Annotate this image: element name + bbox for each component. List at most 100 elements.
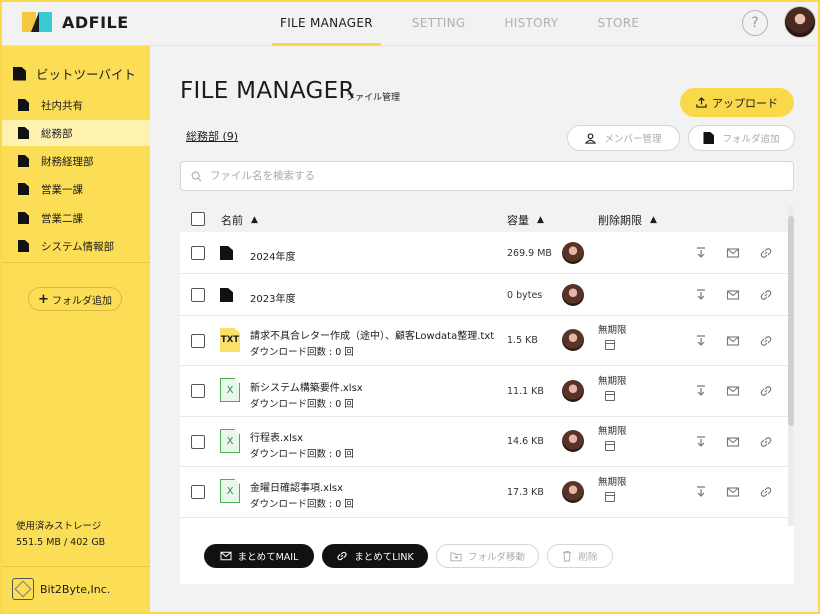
- add-folder-button[interactable]: フォルダ追加: [688, 125, 795, 151]
- move-folder-label: フォルダ移動: [467, 552, 525, 563]
- sidebar-divider: [2, 566, 150, 567]
- sidebar-item-label: 社内共有: [41, 99, 83, 112]
- search-box: [180, 161, 794, 191]
- owner-avatar: [562, 430, 584, 452]
- folder-move-icon: [450, 552, 462, 561]
- bulk-link-label: まとめてLINK: [354, 552, 414, 563]
- folder-icon: [220, 288, 233, 302]
- tab-history[interactable]: HISTORY: [496, 2, 566, 46]
- bulk-link-button[interactable]: まとめてLINK: [322, 544, 428, 568]
- calendar-icon[interactable]: [605, 391, 615, 401]
- storage-label: 使用済みストレージ: [16, 521, 102, 532]
- mail-icon[interactable]: [726, 485, 740, 499]
- link-icon[interactable]: [759, 246, 773, 260]
- sidebar-item-label: 営業一課: [41, 183, 83, 196]
- download-count: ダウンロード回数 : 0 回: [250, 399, 354, 410]
- sidebar-root-folder[interactable]: ビットツーバイト: [13, 64, 136, 83]
- table-row[interactable]: X 金曜日確認事項.xlsx ダウンロード回数 : 0 回 17.3 KB 無期…: [180, 467, 788, 518]
- user-icon: [585, 132, 597, 144]
- table-row[interactable]: X 行程表.xlsx ダウンロード回数 : 0 回 14.6 KB 無期限: [180, 417, 788, 467]
- table-row[interactable]: 2023年度 0 bytes: [180, 274, 788, 316]
- app-logo[interactable]: ADFILE: [22, 12, 129, 32]
- member-management-button[interactable]: メンバー管理: [567, 125, 680, 151]
- owner-avatar: [562, 284, 584, 306]
- sidebar-item-shanai[interactable]: 社内共有: [2, 92, 150, 118]
- column-expiry[interactable]: 削除期限 ▲: [598, 212, 657, 228]
- sidebar-item-soumu[interactable]: 総務部: [2, 120, 150, 146]
- row-checkbox[interactable]: [191, 246, 205, 260]
- upload-button[interactable]: アップロード: [680, 88, 794, 117]
- file-name[interactable]: 金曜日確認事項.xlsx: [250, 479, 343, 494]
- download-icon[interactable]: [694, 334, 708, 348]
- xlsx-file-icon: X: [220, 479, 240, 503]
- link-icon[interactable]: [759, 384, 773, 398]
- file-name[interactable]: 2023年度: [250, 290, 295, 305]
- sidebar-add-folder-button[interactable]: + フォルダ追加: [28, 287, 122, 311]
- owner-avatar: [562, 481, 584, 503]
- sidebar-item-eigyo1[interactable]: 営業一課: [2, 176, 150, 202]
- mail-icon[interactable]: [726, 384, 740, 398]
- row-checkbox[interactable]: [191, 384, 205, 398]
- main-nav: FILE MANAGER SETTING HISTORY STORE: [272, 2, 670, 46]
- file-name[interactable]: 請求不具合レター作成（途中）、顧客Lowdata整理.txt: [250, 327, 494, 342]
- mail-icon[interactable]: [726, 246, 740, 260]
- expiry-text: 無期限: [598, 376, 627, 387]
- mail-icon: [220, 551, 232, 561]
- file-size: 17.3 KB: [507, 487, 544, 498]
- user-avatar[interactable]: [784, 6, 816, 38]
- mail-icon[interactable]: [726, 435, 740, 449]
- column-expiry-label: 削除期限: [598, 214, 642, 227]
- bulk-mail-button[interactable]: まとめてMAIL: [204, 544, 314, 568]
- row-checkbox[interactable]: [191, 334, 205, 348]
- expiry-text: 無期限: [598, 426, 627, 437]
- file-size: 1.5 KB: [507, 335, 538, 346]
- logo-text: ADFILE: [62, 12, 129, 32]
- tab-setting[interactable]: SETTING: [404, 2, 474, 46]
- sidebar-item-system[interactable]: システム情報部: [2, 233, 150, 259]
- owner-avatar: [562, 242, 584, 264]
- table-row[interactable]: X 新システム構築要件.xlsx ダウンロード回数 : 0 回 11.1 KB …: [180, 366, 788, 417]
- download-icon[interactable]: [694, 435, 708, 449]
- table-row[interactable]: TXT 請求不具合レター作成（途中）、顧客Lowdata整理.txt ダウンロー…: [180, 316, 788, 366]
- calendar-icon[interactable]: [605, 492, 615, 502]
- sidebar-item-eigyo2[interactable]: 営業二課: [2, 205, 150, 231]
- link-icon[interactable]: [759, 334, 773, 348]
- tab-store[interactable]: STORE: [589, 2, 647, 46]
- table-row[interactable]: 2024年度 269.9 MB: [180, 232, 788, 274]
- file-name[interactable]: 行程表.xlsx: [250, 429, 303, 444]
- help-icon[interactable]: ?: [742, 10, 768, 36]
- table-scroll-thumb[interactable]: [788, 216, 794, 426]
- move-folder-button[interactable]: フォルダ移動: [436, 544, 539, 568]
- select-all-checkbox[interactable]: [191, 212, 205, 226]
- link-icon[interactable]: [759, 485, 773, 499]
- add-folder-button-label: フォルダ追加: [722, 134, 780, 145]
- link-icon[interactable]: [759, 435, 773, 449]
- page-subtitle: ファイル管理: [346, 93, 401, 103]
- file-name[interactable]: 2024年度: [250, 248, 295, 263]
- delete-label: 削除: [578, 552, 598, 563]
- mail-icon[interactable]: [726, 288, 740, 302]
- breadcrumb[interactable]: 総務部 (9): [186, 128, 238, 144]
- mail-icon[interactable]: [726, 334, 740, 348]
- row-checkbox[interactable]: [191, 435, 205, 449]
- row-checkbox[interactable]: [191, 288, 205, 302]
- sidebar-item-zaimu[interactable]: 財務経理部: [2, 148, 150, 174]
- download-icon[interactable]: [694, 288, 708, 302]
- calendar-icon[interactable]: [605, 340, 615, 350]
- delete-button[interactable]: 削除: [547, 544, 613, 568]
- column-size[interactable]: 容量 ▲: [507, 212, 544, 228]
- sidebar-item-label: システム情報部: [41, 240, 115, 253]
- calendar-icon[interactable]: [605, 441, 615, 451]
- download-count: ダウンロード回数 : 0 回: [250, 449, 354, 460]
- tab-file-manager[interactable]: FILE MANAGER: [272, 2, 381, 46]
- row-checkbox[interactable]: [191, 485, 205, 499]
- link-icon[interactable]: [759, 288, 773, 302]
- upload-icon: [696, 97, 707, 108]
- trash-icon: [563, 550, 572, 562]
- download-icon[interactable]: [694, 485, 708, 499]
- column-name[interactable]: 名前 ▲: [221, 212, 258, 228]
- file-name[interactable]: 新システム構築要件.xlsx: [250, 379, 363, 394]
- search-input[interactable]: [210, 170, 770, 182]
- download-icon[interactable]: [694, 384, 708, 398]
- download-icon[interactable]: [694, 246, 708, 260]
